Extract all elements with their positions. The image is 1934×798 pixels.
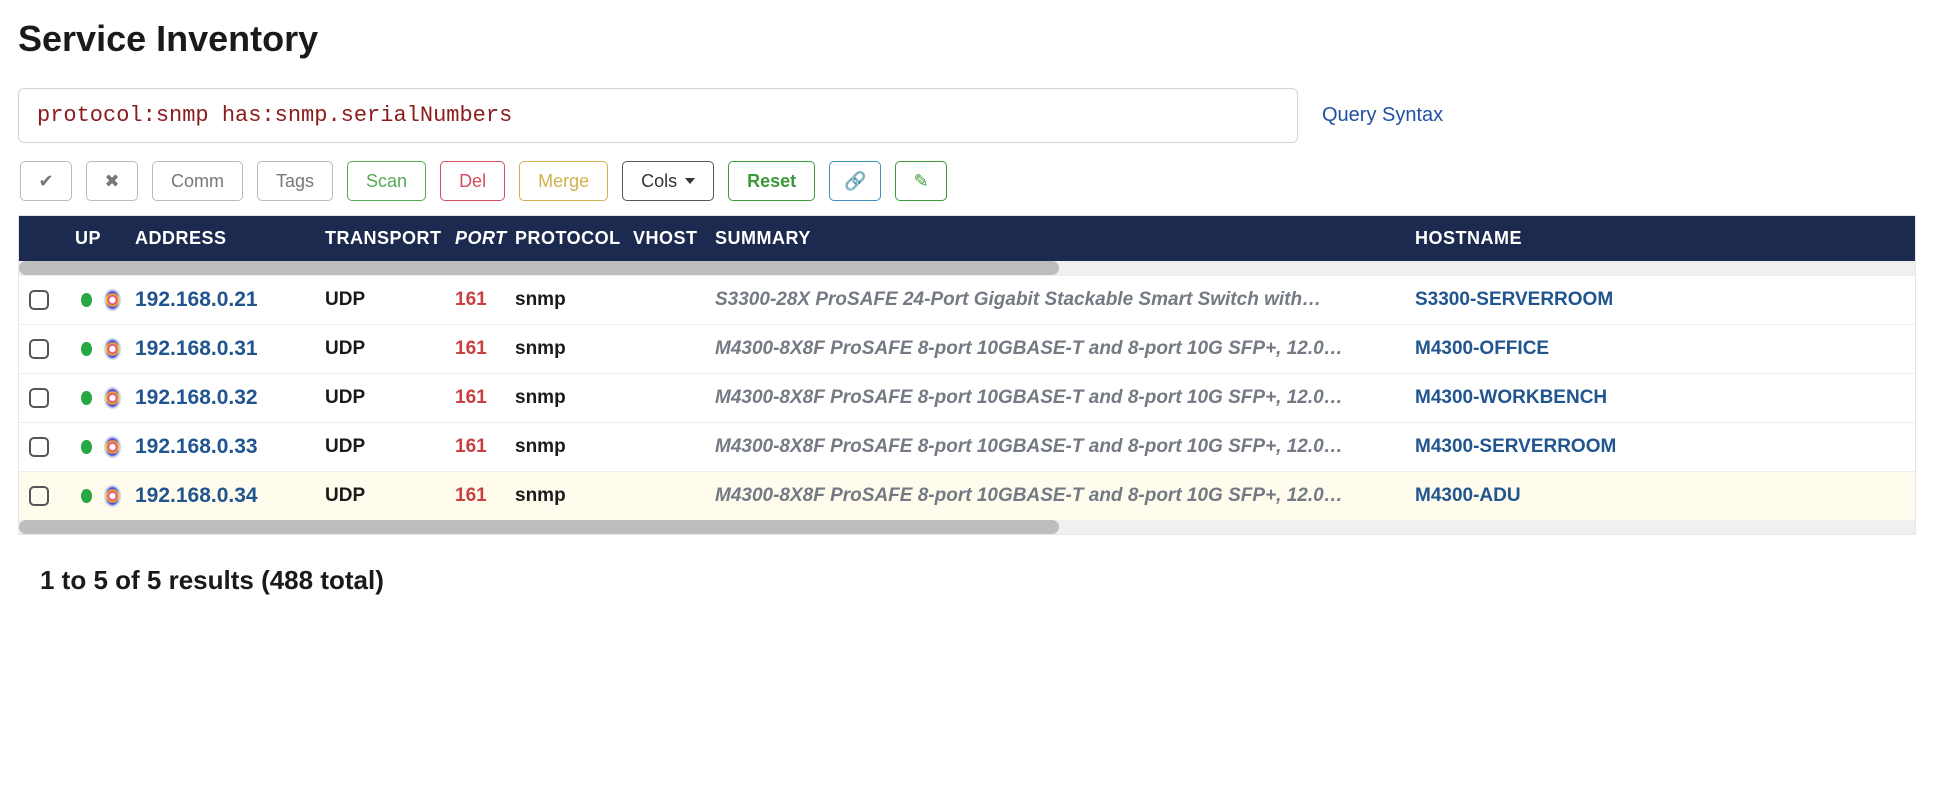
- table-row[interactable]: 192.168.0.33UDP161snmp M4300-8X8F ProSAFE…: [19, 422, 1915, 471]
- hostname-link[interactable]: M4300-OFFICE: [1415, 338, 1735, 360]
- port-cell: 161: [455, 436, 515, 458]
- summary-cell: M4300-8X8F ProSAFE 8-port 10GBASE-T and …: [715, 485, 1415, 507]
- tags-button[interactable]: Tags: [257, 161, 333, 201]
- summary-cell: M4300-8X8F ProSAFE 8-port 10GBASE-T and …: [715, 436, 1415, 458]
- col-header-port[interactable]: PORT: [455, 228, 515, 249]
- chevron-down-icon: [685, 178, 695, 184]
- horizontal-scrollbar-top[interactable]: [19, 261, 1915, 275]
- status-dot-icon: [81, 489, 92, 503]
- col-header-summary[interactable]: SUMMARY: [715, 228, 1415, 249]
- row-checkbox-cell: [29, 388, 75, 408]
- col-header-address[interactable]: ADDRESS: [135, 228, 325, 249]
- protocol-cell: snmp: [515, 338, 633, 360]
- col-header-up[interactable]: UP: [75, 228, 135, 249]
- table-row[interactable]: 192.168.0.34UDP161snmp M4300-8X8F ProSAFE…: [19, 471, 1915, 520]
- service-icon: [104, 289, 122, 311]
- results-summary: 1 to 5 of 5 results (488 total): [40, 565, 1916, 596]
- table-row[interactable]: 192.168.0.21UDP161snmp S3300-28X ProSAFE …: [19, 275, 1915, 324]
- service-icon: [104, 436, 122, 458]
- up-cell: [75, 387, 135, 409]
- port-cell: 161: [455, 485, 515, 507]
- address-link[interactable]: 192.168.0.21: [135, 288, 325, 312]
- row-checkbox[interactable]: [29, 486, 49, 506]
- clear-selection-button[interactable]: ✖: [86, 161, 138, 201]
- search-query-text: protocol:snmp has:snmp.serialNumbers: [37, 103, 512, 128]
- cols-label: Cols: [641, 171, 677, 192]
- hostname-link[interactable]: M4300-WORKBENCH: [1415, 387, 1735, 409]
- table-row[interactable]: 192.168.0.31UDP161snmp M4300-8X8F ProSAFE…: [19, 324, 1915, 373]
- select-all-button[interactable]: ✔: [20, 161, 72, 201]
- query-syntax-link[interactable]: Query Syntax: [1322, 104, 1443, 127]
- transport-cell: UDP: [325, 485, 455, 507]
- hostname-link[interactable]: M4300-ADU: [1415, 485, 1735, 507]
- col-header-vhost[interactable]: VHOST: [633, 228, 715, 249]
- transport-cell: UDP: [325, 387, 455, 409]
- port-cell: 161: [455, 338, 515, 360]
- scan-button[interactable]: Scan: [347, 161, 426, 201]
- toolbar: ✔ ✖ Comm Tags Scan Del Merge Cols Reset …: [18, 161, 1916, 201]
- up-cell: [75, 485, 135, 507]
- port-cell: 161: [455, 387, 515, 409]
- protocol-cell: snmp: [515, 289, 633, 311]
- status-dot-icon: [81, 293, 92, 307]
- table-row[interactable]: 192.168.0.32UDP161snmp M4300-8X8F ProSAFE…: [19, 373, 1915, 422]
- scrollbar-thumb[interactable]: [19, 261, 1059, 275]
- service-icon: [104, 387, 122, 409]
- search-query-input[interactable]: protocol:snmp has:snmp.serialNumbers: [18, 88, 1298, 143]
- row-checkbox[interactable]: [29, 388, 49, 408]
- columns-dropdown[interactable]: Cols: [622, 161, 714, 201]
- protocol-cell: snmp: [515, 436, 633, 458]
- up-cell: [75, 289, 135, 311]
- transport-cell: UDP: [325, 289, 455, 311]
- status-dot-icon: [81, 342, 92, 356]
- address-link[interactable]: 192.168.0.33: [135, 435, 325, 459]
- service-icon: [104, 485, 122, 507]
- col-header-protocol[interactable]: PROTOCOL: [515, 228, 633, 249]
- row-checkbox[interactable]: [29, 437, 49, 457]
- link-icon: 🔗: [844, 171, 866, 192]
- col-header-transport[interactable]: TRANSPORT: [325, 228, 455, 249]
- up-cell: [75, 436, 135, 458]
- col-header-checkbox: [29, 228, 75, 249]
- address-link[interactable]: 192.168.0.34: [135, 484, 325, 508]
- summary-cell: S3300-28X ProSAFE 24-Port Gigabit Stacka…: [715, 289, 1415, 311]
- summary-cell: M4300-8X8F ProSAFE 8-port 10GBASE-T and …: [715, 387, 1415, 409]
- pencil-square-icon: ✎: [914, 171, 929, 192]
- merge-button[interactable]: Merge: [519, 161, 608, 201]
- up-cell: [75, 338, 135, 360]
- protocol-cell: snmp: [515, 387, 633, 409]
- address-link[interactable]: 192.168.0.31: [135, 337, 325, 361]
- results-table: UP ADDRESS TRANSPORT PORT PROTOCOL VHOST…: [18, 215, 1916, 535]
- row-checkbox[interactable]: [29, 290, 49, 310]
- col-header-hostname[interactable]: HOSTNAME: [1415, 228, 1735, 249]
- comm-button[interactable]: Comm: [152, 161, 243, 201]
- status-dot-icon: [81, 391, 92, 405]
- status-dot-icon: [81, 440, 92, 454]
- row-checkbox-cell: [29, 486, 75, 506]
- hostname-link[interactable]: S3300-SERVERROOM: [1415, 289, 1735, 311]
- row-checkbox[interactable]: [29, 339, 49, 359]
- reset-button[interactable]: Reset: [728, 161, 815, 201]
- table-header-row: UP ADDRESS TRANSPORT PORT PROTOCOL VHOST…: [19, 216, 1915, 261]
- horizontal-scrollbar-bottom[interactable]: [19, 520, 1915, 534]
- hostname-link[interactable]: M4300-SERVERROOM: [1415, 436, 1735, 458]
- permalink-button[interactable]: 🔗: [829, 161, 881, 201]
- x-icon: ✖: [104, 171, 119, 192]
- row-checkbox-cell: [29, 290, 75, 310]
- page-title: Service Inventory: [18, 18, 1916, 60]
- scrollbar-thumb[interactable]: [19, 520, 1059, 534]
- edit-button[interactable]: ✎: [895, 161, 947, 201]
- check-icon: ✔: [38, 171, 53, 192]
- protocol-cell: snmp: [515, 485, 633, 507]
- service-icon: [104, 338, 122, 360]
- row-checkbox-cell: [29, 339, 75, 359]
- delete-button[interactable]: Del: [440, 161, 505, 201]
- row-checkbox-cell: [29, 437, 75, 457]
- summary-cell: M4300-8X8F ProSAFE 8-port 10GBASE-T and …: [715, 338, 1415, 360]
- address-link[interactable]: 192.168.0.32: [135, 386, 325, 410]
- transport-cell: UDP: [325, 436, 455, 458]
- port-cell: 161: [455, 289, 515, 311]
- transport-cell: UDP: [325, 338, 455, 360]
